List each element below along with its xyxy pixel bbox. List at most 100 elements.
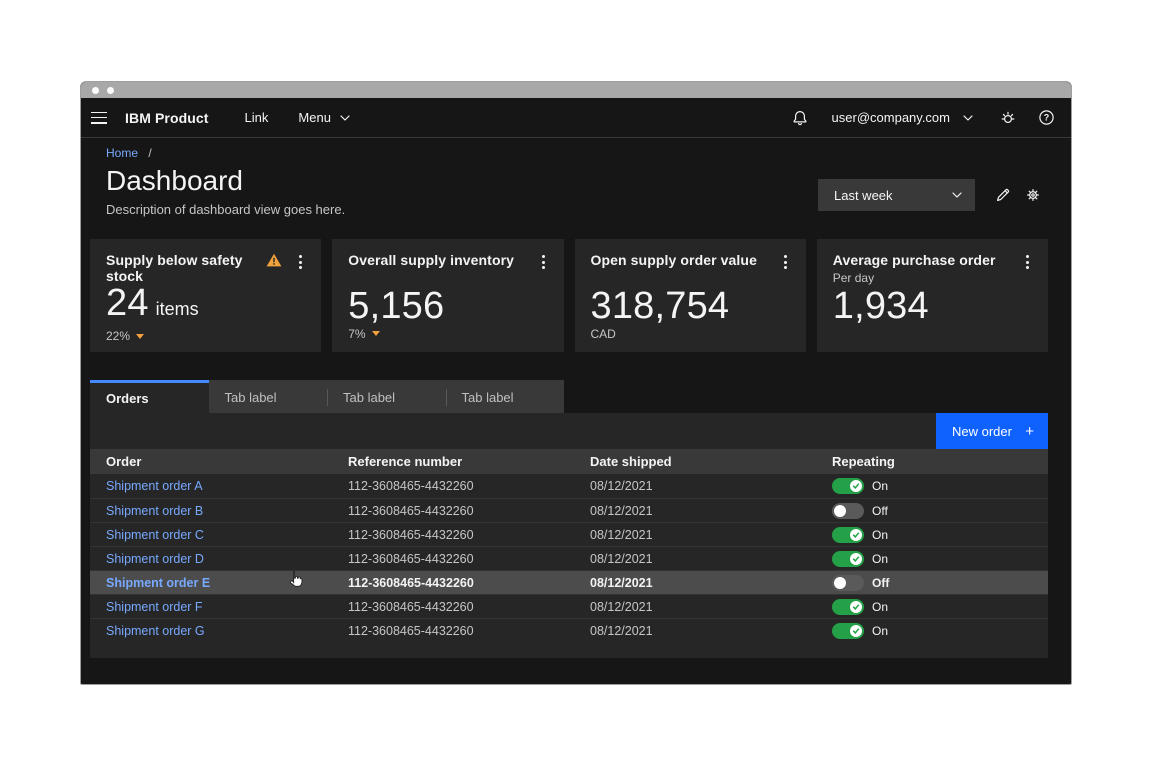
repeating-toggle[interactable]	[832, 478, 864, 494]
repeating-cell: Off	[816, 571, 1048, 594]
repeating-toggle[interactable]	[832, 599, 864, 615]
card-value: 24	[106, 284, 149, 322]
repeating-toggle[interactable]	[832, 623, 864, 639]
order-cell: Shipment order C	[90, 523, 332, 546]
toggle-state-label: On	[872, 624, 888, 638]
card-value: 318,754	[591, 287, 730, 325]
column-header-reference[interactable]: Reference number	[332, 449, 574, 474]
tab-orders[interactable]: Orders	[90, 380, 209, 413]
reference-cell: 112-3608465-4432260	[332, 619, 574, 642]
toggle-state-label: On	[872, 528, 888, 542]
window-dot[interactable]	[92, 87, 99, 94]
column-header-date[interactable]: Date shipped	[574, 449, 816, 474]
edit-icon[interactable]	[988, 180, 1018, 210]
table-row[interactable]: Shipment order C 112-3608465-4432260 08/…	[90, 522, 1048, 546]
page-header-controls: Last week	[818, 179, 1048, 211]
date-cell: 08/12/2021	[574, 619, 816, 642]
toggle-knob	[834, 505, 846, 517]
card-currency: CAD	[591, 327, 616, 341]
help-icon[interactable]: ?	[1038, 109, 1055, 126]
tab-label-2[interactable]: Tab label	[327, 380, 446, 413]
reference-cell: 112-3608465-4432260	[332, 595, 574, 618]
table-row[interactable]: Shipment order E 112-3608465-4432260 08/…	[90, 570, 1048, 594]
date-cell: 08/12/2021	[574, 547, 816, 570]
window-titlebar[interactable]	[81, 82, 1071, 98]
add-plus-icon: +	[1025, 424, 1034, 439]
chevron-down-icon	[963, 115, 973, 121]
card-supply-below-safety-stock: Supply below safety stock 24 items	[90, 239, 321, 352]
overflow-menu-icon[interactable]	[539, 253, 548, 271]
breadcrumb-home-link[interactable]: Home	[106, 146, 138, 160]
tab-label-1[interactable]: Tab label	[209, 380, 328, 413]
order-cell: Shipment order D	[90, 547, 332, 570]
card-title: Open supply order value	[591, 252, 781, 268]
reference-cell: 112-3608465-4432260	[332, 474, 574, 498]
table-row[interactable]: Shipment order B 112-3608465-4432260 08/…	[90, 498, 1048, 522]
order-link[interactable]: Shipment order G	[106, 624, 205, 638]
nav-link[interactable]: Link	[245, 110, 269, 125]
overflow-menu-icon[interactable]	[296, 253, 305, 271]
chevron-down-icon	[952, 192, 962, 198]
table-body: Shipment order A 112-3608465-4432260 08/…	[90, 474, 1048, 658]
metric-cards-row: Supply below safety stock 24 items	[90, 239, 1048, 352]
settings-gear-icon[interactable]	[1018, 180, 1048, 210]
period-dropdown-value: Last week	[834, 188, 893, 203]
toggle-state-label: Off	[872, 576, 889, 590]
toggle-knob	[850, 601, 862, 613]
card-trend-value: 22%	[106, 329, 130, 343]
trend-down-icon	[372, 331, 380, 336]
order-link[interactable]: Shipment order C	[106, 528, 204, 542]
order-link[interactable]: Shipment order D	[106, 552, 204, 566]
order-link[interactable]: Shipment order E	[106, 576, 210, 590]
repeating-cell: On	[816, 547, 1048, 570]
overflow-menu-icon[interactable]	[781, 253, 790, 271]
card-trend-value: 7%	[348, 327, 365, 341]
date-cell: 08/12/2021	[574, 571, 816, 594]
toggle-state-label: On	[872, 552, 888, 566]
repeating-cell: On	[816, 619, 1048, 642]
order-cell: Shipment order B	[90, 499, 332, 522]
repeating-toggle[interactable]	[832, 503, 864, 519]
overflow-menu-icon[interactable]	[1023, 253, 1032, 271]
reference-cell: 112-3608465-4432260	[332, 523, 574, 546]
product-name: IBM Product	[125, 110, 209, 126]
repeating-toggle[interactable]	[832, 527, 864, 543]
date-cell: 08/12/2021	[574, 474, 816, 498]
toggle-knob	[850, 625, 862, 637]
toggle-state-label: On	[872, 479, 888, 493]
order-link[interactable]: Shipment order B	[106, 504, 203, 518]
idea-icon[interactable]	[999, 109, 1016, 126]
table-row[interactable]: Shipment order D 112-3608465-4432260 08/…	[90, 546, 1048, 570]
window-dot[interactable]	[107, 87, 114, 94]
new-order-button[interactable]: New order +	[936, 413, 1048, 449]
tab-label-3[interactable]: Tab label	[446, 380, 565, 413]
reference-cell: 112-3608465-4432260	[332, 571, 574, 594]
card-subtitle: Per day	[833, 271, 996, 285]
repeating-cell: On	[816, 595, 1048, 618]
trend-down-icon	[136, 334, 144, 339]
user-email: user@company.com	[832, 110, 950, 125]
hamburger-menu-icon[interactable]	[91, 112, 107, 124]
card-average-purchase-order: Average purchase order Per day 1,934	[817, 239, 1048, 352]
table-row[interactable]: Shipment order A 112-3608465-4432260 08/…	[90, 474, 1048, 498]
table-row[interactable]: Shipment order G 112-3608465-4432260 08/…	[90, 618, 1048, 642]
column-header-repeating[interactable]: Repeating	[816, 449, 1048, 474]
card-value: 1,934	[833, 287, 929, 325]
user-account-menu[interactable]: user@company.com	[832, 110, 973, 125]
column-header-order[interactable]: Order	[90, 449, 332, 474]
nav-menu[interactable]: Menu	[298, 110, 350, 125]
order-link[interactable]: Shipment order F	[106, 600, 203, 614]
date-cell: 08/12/2021	[574, 595, 816, 618]
toggle-state-label: On	[872, 600, 888, 614]
card-title: Overall supply inventory	[348, 252, 538, 268]
repeating-toggle[interactable]	[832, 551, 864, 567]
svg-text:?: ?	[1044, 113, 1050, 123]
repeating-toggle[interactable]	[832, 575, 864, 591]
notifications-bell-icon[interactable]	[792, 110, 808, 126]
period-dropdown[interactable]: Last week	[818, 179, 975, 211]
order-cell: Shipment order F	[90, 595, 332, 618]
table-row[interactable]: Shipment order F 112-3608465-4432260 08/…	[90, 594, 1048, 618]
table-header-row: Order Reference number Date shipped Repe…	[90, 449, 1048, 474]
app-window: IBM Product Link Menu user@company.com	[80, 81, 1072, 685]
order-link[interactable]: Shipment order A	[106, 479, 203, 493]
